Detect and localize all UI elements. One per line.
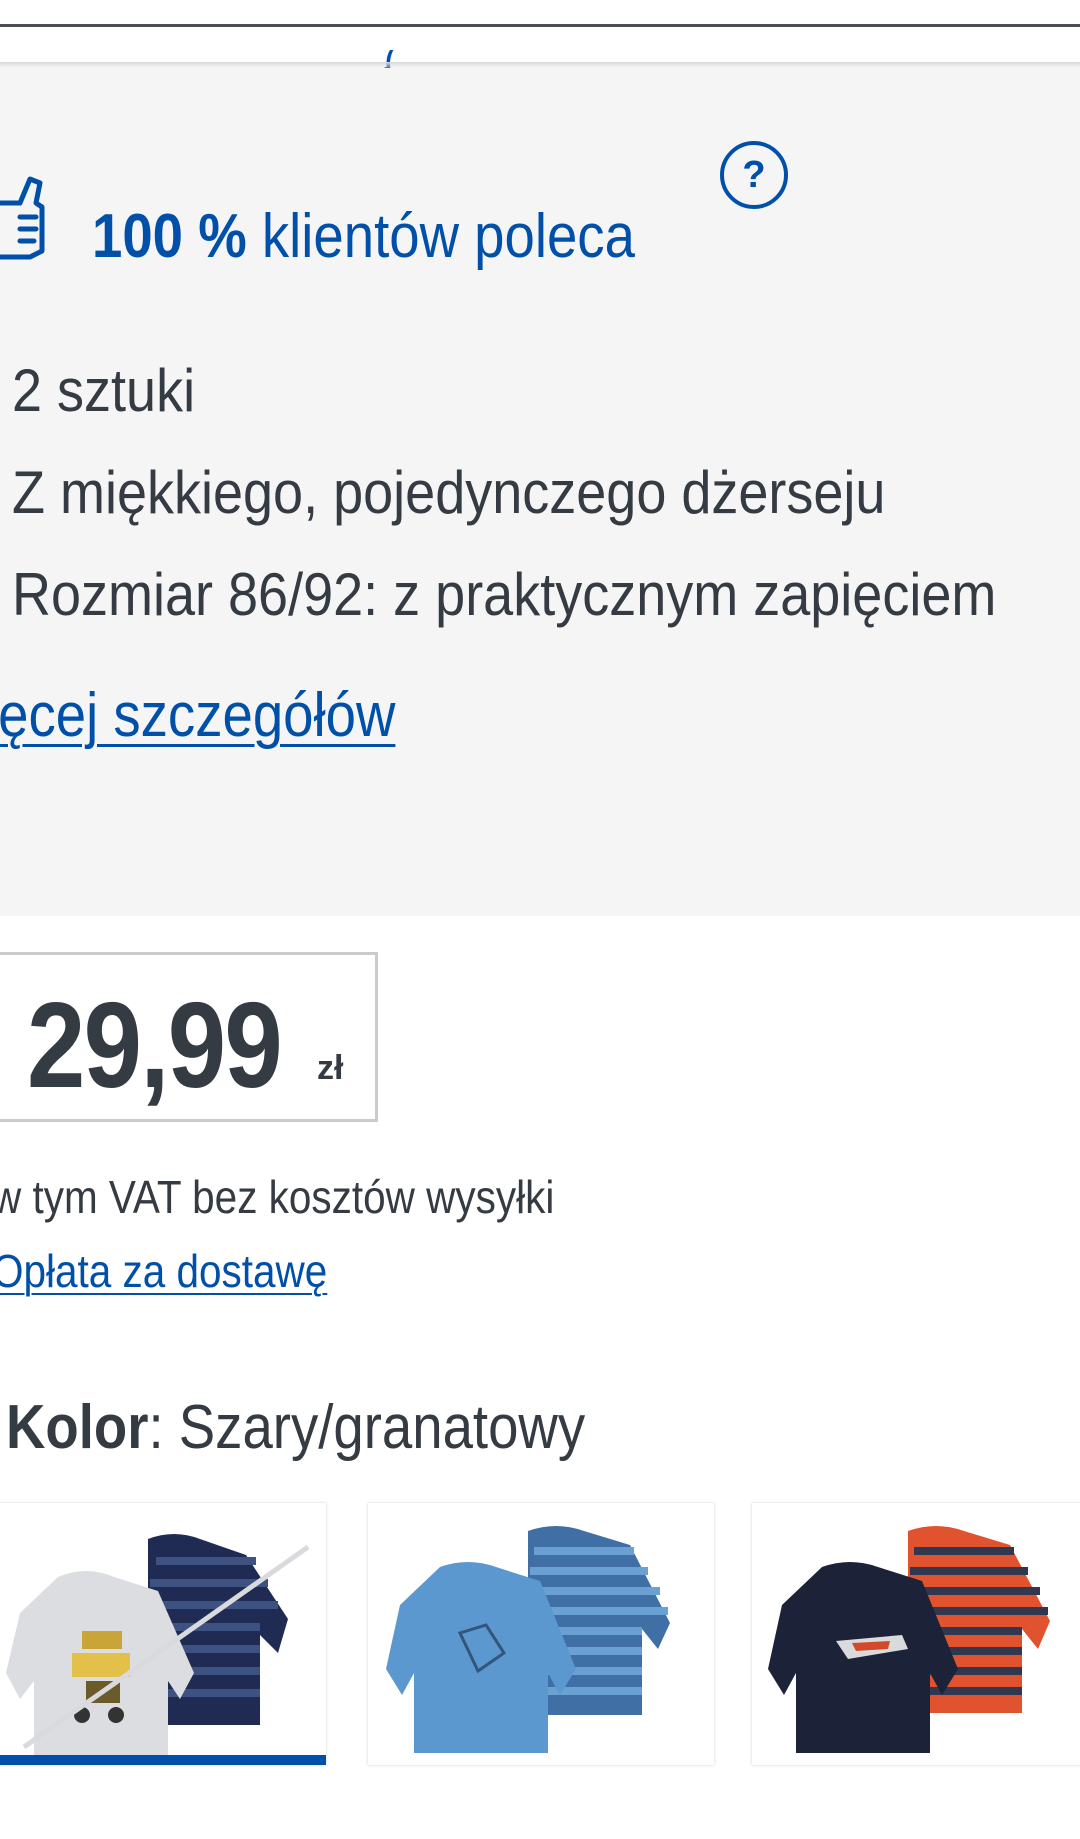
- feature-list: 2 sztuki Z miękkiego, pojedynczego dżers…: [12, 340, 1080, 646]
- help-icon[interactable]: ?: [720, 141, 788, 209]
- top-header: ( ): [0, 0, 1080, 72]
- color-label: Kolor: [6, 1393, 149, 1462]
- recommendation-percent: 100 %: [92, 202, 247, 271]
- price-currency: zł: [317, 1049, 344, 1087]
- color-separator: :: [148, 1393, 179, 1462]
- price-value: 29,99: [27, 977, 283, 1113]
- shirt-pair-grey-navy-icon: [6, 1534, 310, 1761]
- color-selection-label: Kolor: Szary/granatowy: [6, 1392, 585, 1463]
- vat-note: w tym VAT bez kosztów wysyłki: [0, 1171, 555, 1223]
- color-swatch-blue[interactable]: [368, 1503, 714, 1765]
- delivery-cost-link[interactable]: Opłata za dostawę: [0, 1244, 327, 1298]
- shirt-pair-navy-orange-icon: [768, 1526, 1050, 1753]
- thumbs-up-icon: [0, 176, 45, 260]
- header-divider: [0, 24, 1080, 27]
- feature-item: 2 sztuki: [12, 357, 196, 424]
- recommendation-row: 100 % klientów poleca: [0, 173, 1080, 293]
- feature-item: Rozmiar 86/92: z praktycznym zapięciem: [12, 561, 997, 628]
- product-info-panel: 100 % klientów poleca ? 2 sztuki Z miękk…: [0, 68, 1080, 916]
- recommendation-text: 100 % klientów poleca: [92, 201, 635, 272]
- color-value: Szary/granatowy: [178, 1393, 586, 1462]
- more-details-link[interactable]: ięcej szczegółów: [0, 680, 395, 751]
- shirt-pair-blue-icon: [386, 1526, 670, 1753]
- price-box: 29,99 zł: [0, 952, 378, 1122]
- recommendation-label: klientów poleca: [261, 202, 635, 271]
- color-swatch-grey-navy[interactable]: [0, 1503, 326, 1765]
- color-swatch-navy-orange[interactable]: [752, 1503, 1080, 1765]
- feature-item: Z miękkiego, pojedynczego dżerseju: [12, 459, 886, 526]
